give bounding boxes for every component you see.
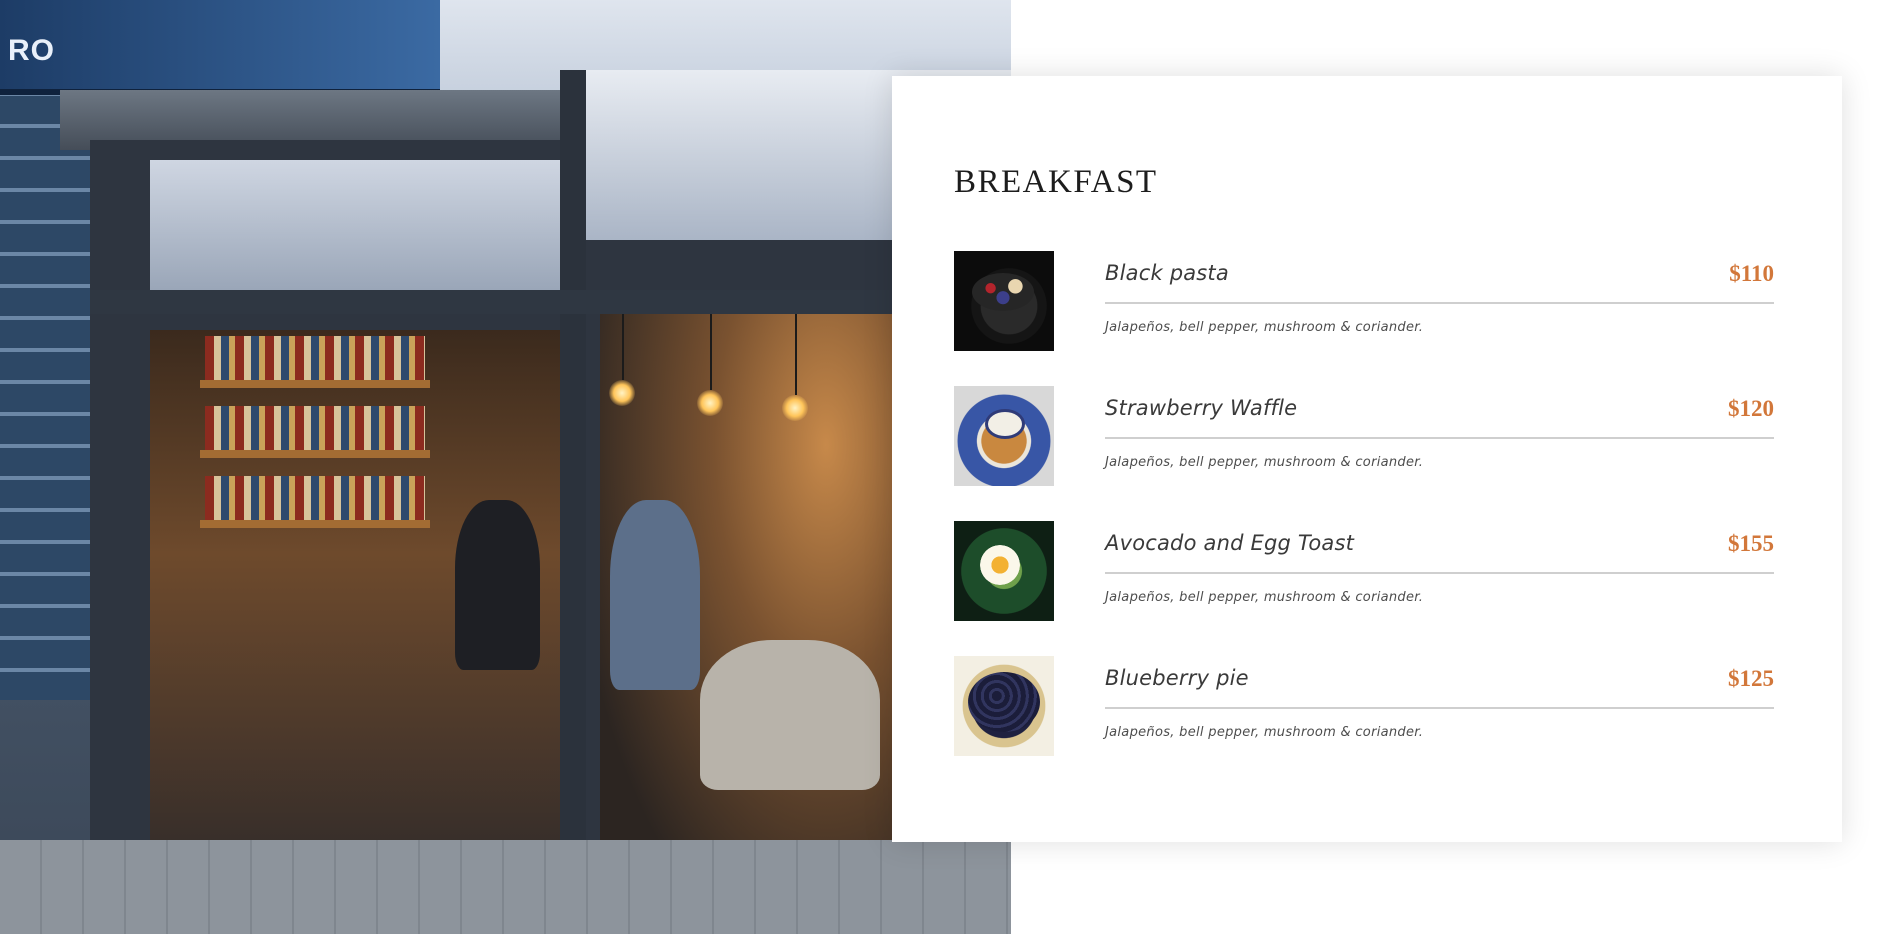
blueberry-pie-photo-icon [954,656,1054,756]
menu-item-name: Blueberry pie [1105,666,1249,690]
menu-item-description: Jalapeños, bell pepper, mushroom & coria… [1105,455,1424,470]
menu-item-price: $110 [1729,261,1774,286]
menu-item-description: Jalapeños, bell pepper, mushroom & coria… [1105,590,1424,605]
strawberry-waffle-photo-icon [954,386,1054,486]
photo-person [700,640,880,790]
menu-item-description: Jalapeños, bell pepper, mushroom & coria… [1105,725,1424,740]
photo-window-top-left [150,160,560,290]
photo-lamp [609,380,635,406]
menu-item-divider [1105,707,1774,709]
black-pasta-photo-icon [954,251,1054,351]
menu-item-divider [1105,572,1774,574]
menu-item-name: Strawberry Waffle [1105,396,1298,420]
photo-books [205,406,425,450]
menu-item: Black pasta $110 Jalapeños, bell pepper,… [954,251,1774,351]
photo-shelf [200,520,430,528]
menu-item-description: Jalapeños, bell pepper, mushroom & coria… [1105,320,1424,335]
menu-title: BREAKFAST [954,164,1158,200]
photo-books [205,336,425,380]
photo-window-mullion [560,70,586,934]
menu-item-price: $120 [1728,396,1774,421]
photo-lamp [697,390,723,416]
photo-pavement [0,840,1011,934]
photo-sign-text: RO [8,34,55,67]
avocado-egg-toast-photo-icon [954,521,1054,621]
menu-item-name: Black pasta [1105,261,1229,285]
photo-person [610,500,700,690]
menu-item-price: $125 [1728,666,1774,691]
menu-item: Avocado and Egg Toast $155 Jalapeños, be… [954,521,1774,621]
menu-item-divider [1105,302,1774,304]
menu-item: Strawberry Waffle $120 Jalapeños, bell p… [954,386,1774,486]
photo-books [205,476,425,520]
menu-item: Blueberry pie $125 Jalapeños, bell peppe… [954,656,1774,756]
photo-cafe-sign: RO [0,0,440,95]
photo-shelf [200,450,430,458]
photo-lamp [782,395,808,421]
photo-person [455,500,540,670]
menu-item-name: Avocado and Egg Toast [1105,531,1355,555]
breakfast-menu-card: BREAKFAST Black pasta $110 Jalapeños, be… [892,76,1842,842]
photo-shelf [200,380,430,388]
cafe-storefront-photo: RO [0,0,1011,934]
photo-window-transom [90,290,1011,314]
menu-item-divider [1105,437,1774,439]
menu-item-price: $155 [1728,531,1774,556]
